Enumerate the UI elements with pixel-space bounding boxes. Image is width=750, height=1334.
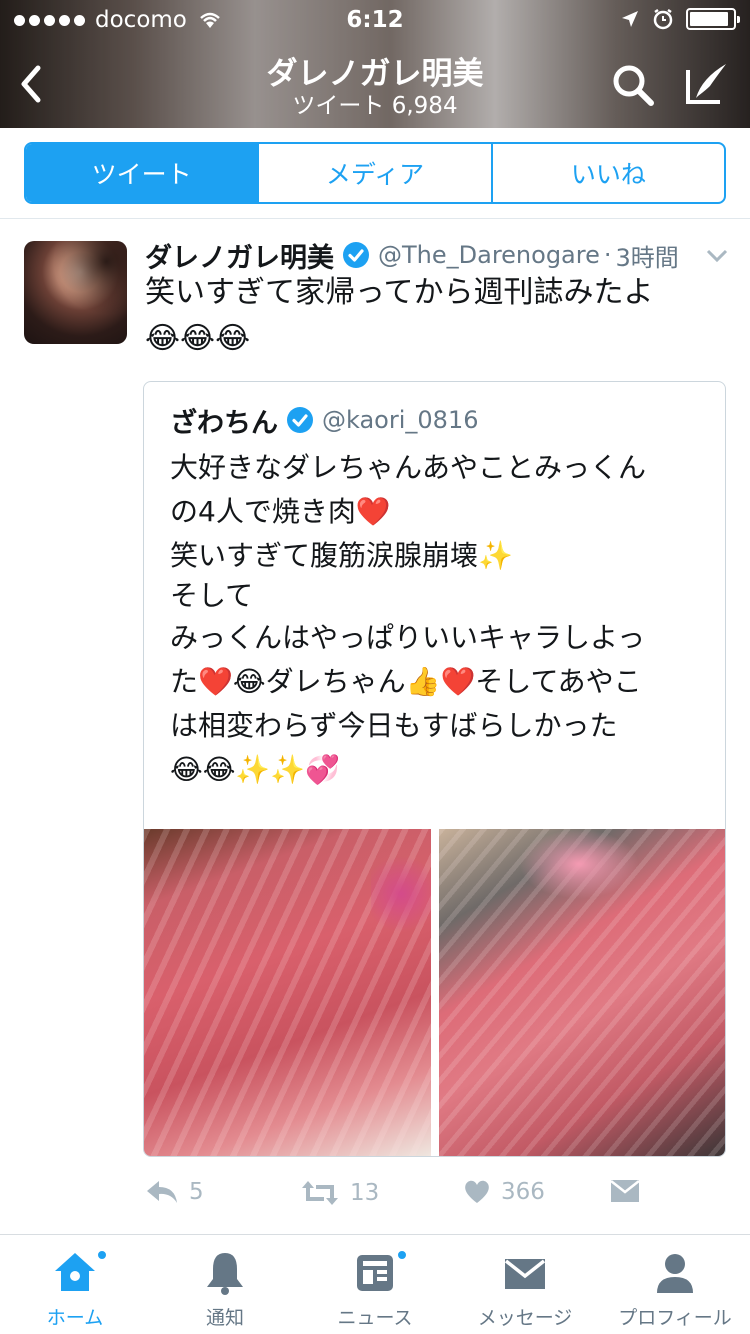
quoted-tweet[interactable]: ざわちん @kaori_0816 大好きなダレちゃんあやことみっくん の4人で焼… — [143, 381, 726, 1157]
media-photo[interactable] — [144, 829, 431, 1156]
quoted-text-line: の4人で焼き肉❤️ — [170, 495, 391, 528]
heart-icon — [465, 1180, 489, 1203]
quoted-text-line: 大好きなダレちゃんあやことみっくん — [170, 451, 647, 484]
bottom-tab-bar: ホーム 通知 ニュース メッセージ プロフィール — [0, 1234, 750, 1334]
tabbar-label: メッセージ — [477, 1307, 573, 1329]
direct-message-button[interactable] — [610, 1179, 640, 1203]
tabbar-news[interactable]: ニュース — [300, 1235, 450, 1334]
alarm-clock-icon — [653, 8, 673, 30]
tweet-item[interactable]: ダレノガレ明美 @The_Darenogare · 3時間 笑いすぎて家帰ってか… — [0, 219, 750, 1234]
tabbar-messages[interactable]: メッセージ — [450, 1235, 600, 1334]
tweet-emoji: 😂😂😂 — [145, 321, 251, 356]
notification-dot — [396, 1249, 408, 1261]
verified-badge-icon — [287, 407, 313, 433]
media-photo[interactable] — [439, 829, 725, 1156]
like-count: 366 — [501, 1179, 545, 1205]
tabbar-label: ホーム — [46, 1307, 104, 1329]
compose-tweet-button[interactable] — [684, 60, 730, 106]
reply-count: 5 — [189, 1179, 204, 1205]
reply-button[interactable]: 5 — [145, 1179, 204, 1205]
envelope-icon — [504, 1259, 546, 1289]
battery-level — [690, 12, 728, 26]
tab-likes[interactable]: いいね — [490, 144, 724, 202]
tabbar-home[interactable]: ホーム — [0, 1235, 150, 1334]
tab-tweets[interactable]: ツイート — [26, 144, 258, 202]
tweet-header: ダレノガレ明美 @The_Darenogare · 3時間 — [145, 235, 735, 275]
tab-media[interactable]: メディア — [257, 144, 490, 202]
author-handle[interactable]: @The_Darenogare — [378, 241, 600, 269]
tweet-text: 笑いすぎて家帰ってから週刊誌みたよ — [145, 275, 654, 310]
quoted-media — [144, 829, 725, 1156]
location-arrow-icon — [622, 11, 638, 27]
quoted-text-line: た❤️😂ダレちゃん👍❤️そしてあやこ — [170, 665, 642, 698]
tweet-time: 3時間 — [615, 243, 679, 272]
chevron-down-icon[interactable] — [706, 249, 728, 263]
person-icon — [657, 1254, 693, 1293]
tabbar-profile[interactable]: プロフィール — [600, 1235, 750, 1334]
like-button[interactable]: 366 — [463, 1179, 545, 1205]
tabbar-label: プロフィール — [618, 1307, 732, 1329]
home-icon — [55, 1253, 95, 1291]
quoted-text-line: そして — [170, 579, 254, 612]
envelope-icon — [610, 1180, 640, 1202]
meta-separator: · — [603, 241, 612, 269]
quoted-author-name: ざわちん — [170, 407, 278, 439]
reply-icon — [147, 1181, 177, 1203]
retweet-button[interactable]: 13 — [300, 1179, 379, 1207]
search-button[interactable] — [610, 62, 656, 108]
tabbar-notifications[interactable]: 通知 — [150, 1235, 300, 1334]
news-icon — [357, 1255, 393, 1291]
quoted-tweet-header: ざわちん @kaori_0816 — [170, 400, 478, 440]
quoted-tweet-text: 大好きなダレちゃんあやことみっくん の4人で焼き肉❤️ 笑いすぎて腹筋涙腺崩壊✨… — [170, 446, 710, 792]
nav-bar: ダレノガレ明美 ツイート 6,984 — [0, 40, 750, 128]
notification-dot — [96, 1249, 108, 1261]
tabbar-label: ニュース — [337, 1307, 413, 1329]
quoted-text-line: 😂😂✨✨💞 — [170, 753, 341, 786]
profile-tabs: ツイート メディア いいね — [24, 142, 726, 204]
author-name[interactable]: ダレノガレ明美 — [145, 236, 334, 275]
tweet-actions: 5 13 366 — [145, 1179, 645, 1219]
profile-header: docomo 6:12 ダレノガレ明美 ツイート 6,984 — [0, 0, 750, 128]
status-right — [620, 8, 740, 30]
tabbar-label: 通知 — [205, 1307, 244, 1329]
bell-icon — [207, 1253, 243, 1295]
retweet-icon — [302, 1181, 338, 1205]
quoted-text-line: 笑いすぎて腹筋涙腺崩壊✨ — [170, 539, 513, 572]
retweet-count: 13 — [350, 1180, 380, 1206]
status-bar: docomo 6:12 — [0, 0, 750, 40]
avatar[interactable] — [24, 241, 127, 344]
quoted-text-line: みっくんはやっぱりいいキャラしよっ — [170, 621, 646, 654]
quoted-text-line: は相変わらず今日もすばらしかった — [170, 709, 618, 742]
quoted-author-handle: @kaori_0816 — [322, 406, 479, 434]
verified-badge-icon — [343, 242, 369, 268]
battery-icon — [686, 8, 740, 30]
